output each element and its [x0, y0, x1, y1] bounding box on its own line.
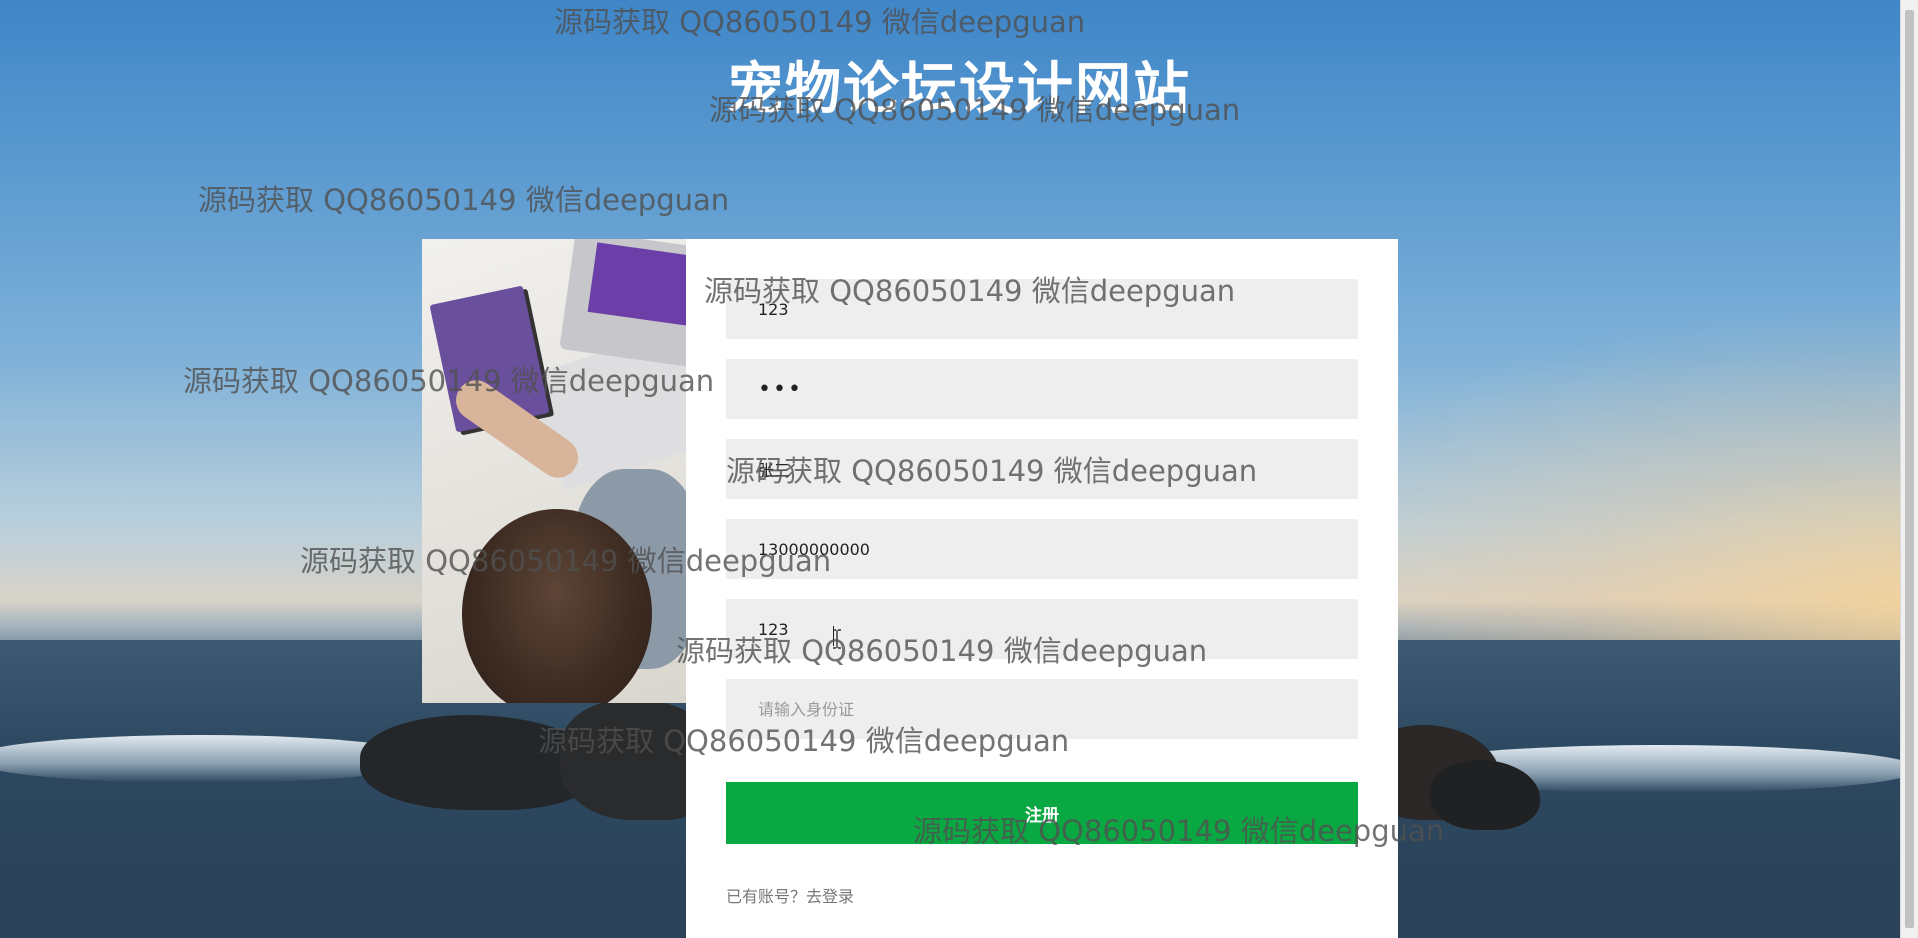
password-input[interactable]	[726, 359, 1358, 419]
email-input[interactable]	[726, 599, 1358, 659]
phone-input[interactable]	[726, 519, 1358, 579]
go-to-login-link[interactable]: 已有账号？去登录	[726, 883, 854, 907]
idcard-input[interactable]	[726, 679, 1358, 739]
watermark-text: 源码获取 QQ86050149 微信deepguan	[554, 5, 1086, 39]
scrollbar-thumb[interactable]	[1905, 10, 1914, 928]
page-scrollbar[interactable]	[1900, 0, 1918, 938]
register-form: 注册 已有账号？去登录	[686, 239, 1398, 938]
register-page: 宠物论坛设计网站 注册 已有账号？去登录 源码获取 QQ86050149 微信d…	[0, 0, 1918, 938]
realname-input[interactable]	[726, 439, 1358, 499]
watermark-text: 源码获取 QQ86050149 微信deepguan	[198, 183, 730, 217]
site-title: 宠物论坛设计网站	[727, 57, 1191, 122]
decorative-photo	[422, 239, 686, 703]
username-input[interactable]	[726, 279, 1358, 339]
photo-person-hair	[462, 509, 652, 703]
ibeam-cursor-icon	[833, 629, 841, 649]
register-button[interactable]: 注册	[726, 782, 1358, 844]
photo-laptop-screen	[587, 242, 686, 326]
